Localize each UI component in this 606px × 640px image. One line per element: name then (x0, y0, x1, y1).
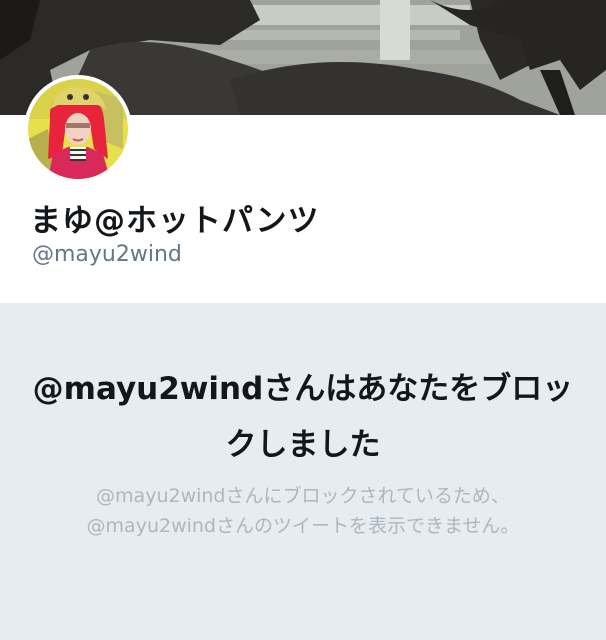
display-name: まゆ@ホットパンツ (30, 203, 320, 239)
avatar-image (28, 79, 128, 179)
blocked-description: @mayu2windさんにブロックされているため、@mayu2windさんのツイ… (86, 485, 520, 537)
screen-name: @mayu2wind (32, 242, 182, 267)
blocked-notice: @mayu2windさんはあなたをブロックしました @mayu2windさんにブ… (0, 303, 606, 640)
avatar[interactable] (24, 75, 132, 183)
blocked-title: @mayu2windさんはあなたをブロックしました (32, 371, 574, 463)
